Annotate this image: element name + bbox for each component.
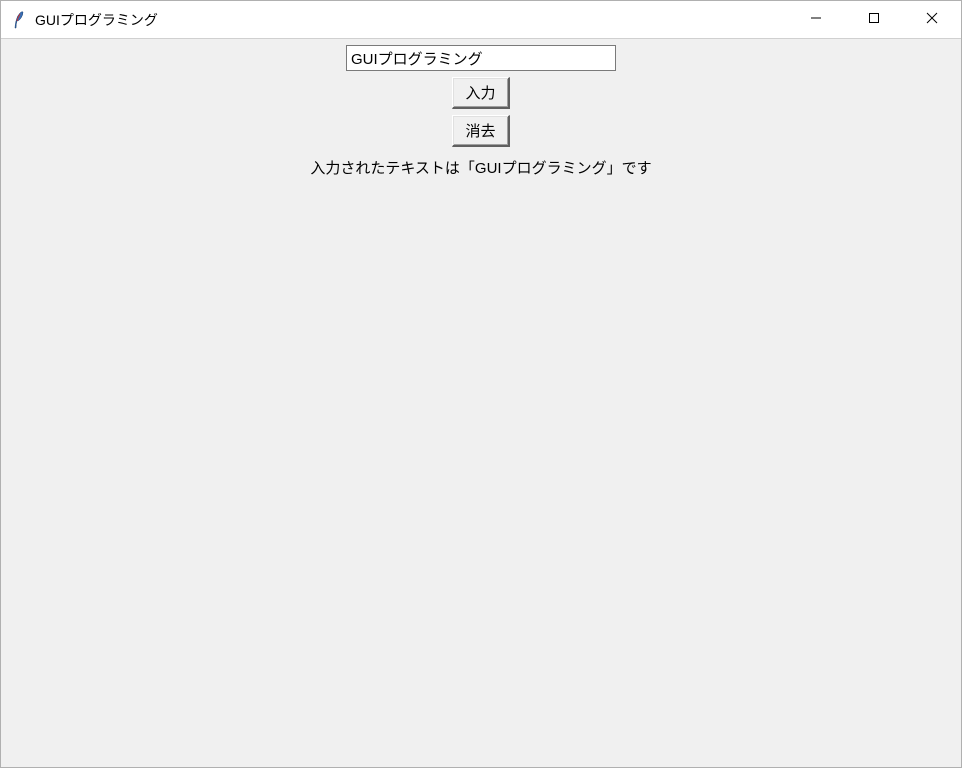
app-feather-icon: [11, 10, 27, 30]
titlebar[interactable]: GUIプログラミング: [1, 1, 961, 39]
text-entry[interactable]: [346, 45, 616, 71]
window-controls: [787, 1, 961, 38]
client-area: 入力 消去 入力されたテキストは「GUIプログラミング」です: [1, 39, 961, 767]
input-button[interactable]: 入力: [452, 77, 509, 109]
result-label: 入力されたテキストは「GUIプログラミング」です: [310, 157, 651, 178]
close-button[interactable]: [903, 1, 961, 38]
window-title: GUIプログラミング: [35, 10, 158, 30]
maximize-icon: [868, 12, 880, 27]
close-icon: [926, 12, 938, 27]
clear-button[interactable]: 消去: [452, 115, 509, 147]
minimize-icon: [810, 12, 822, 27]
titlebar-left: GUIプログラミング: [11, 10, 158, 30]
maximize-button[interactable]: [845, 1, 903, 38]
application-window: GUIプログラミング: [0, 0, 962, 768]
minimize-button[interactable]: [787, 1, 845, 38]
